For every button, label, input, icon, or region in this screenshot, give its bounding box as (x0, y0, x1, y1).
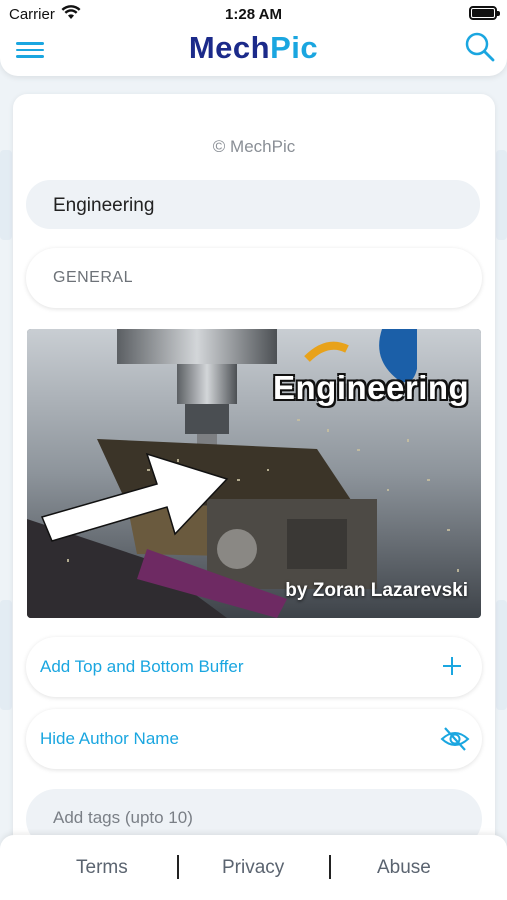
image-preview[interactable]: Engineering by Zoran Lazarevski (27, 329, 481, 618)
background-block (0, 150, 12, 240)
preview-author: by Zoran Lazarevski (285, 580, 468, 601)
eye-off-icon[interactable] (440, 724, 470, 754)
app-logo: MechPic (0, 30, 507, 66)
hide-author-option[interactable]: Hide Author Name (26, 709, 482, 769)
background-block (0, 600, 12, 710)
background-block (496, 600, 507, 710)
add-buffer-label: Add Top and Bottom Buffer (40, 657, 244, 676)
app-header: MechPic (0, 28, 507, 76)
hide-author-label: Hide Author Name (40, 729, 179, 748)
footer-divider (329, 855, 331, 879)
clock: 1:28 AM (225, 6, 282, 23)
post-form-card: © MechPic Engineering GENERAL Engineerin… (13, 94, 495, 854)
background-block (496, 150, 507, 240)
subcategory-select[interactable]: GENERAL (26, 248, 482, 308)
copyright-text: © MechPic (212, 137, 296, 156)
add-buffer-option[interactable]: Add Top and Bottom Buffer (26, 637, 482, 697)
logo-part-mech: Mech (188, 30, 271, 65)
terms-link[interactable]: Terms (76, 857, 128, 879)
plus-icon[interactable] (440, 654, 464, 678)
status-bar: Carrier 1:28 AM (0, 0, 507, 28)
footer-divider (177, 855, 179, 879)
footer-bar: Terms Privacy Abuse (0, 835, 507, 900)
category-field[interactable]: Engineering (26, 180, 480, 229)
logo-part-pic: Pic (270, 30, 319, 65)
preview-title: Engineering (273, 369, 470, 406)
abuse-link[interactable]: Abuse (377, 857, 431, 879)
search-icon[interactable] (464, 31, 496, 63)
privacy-link[interactable]: Privacy (222, 857, 284, 879)
battery-icon (469, 6, 500, 20)
